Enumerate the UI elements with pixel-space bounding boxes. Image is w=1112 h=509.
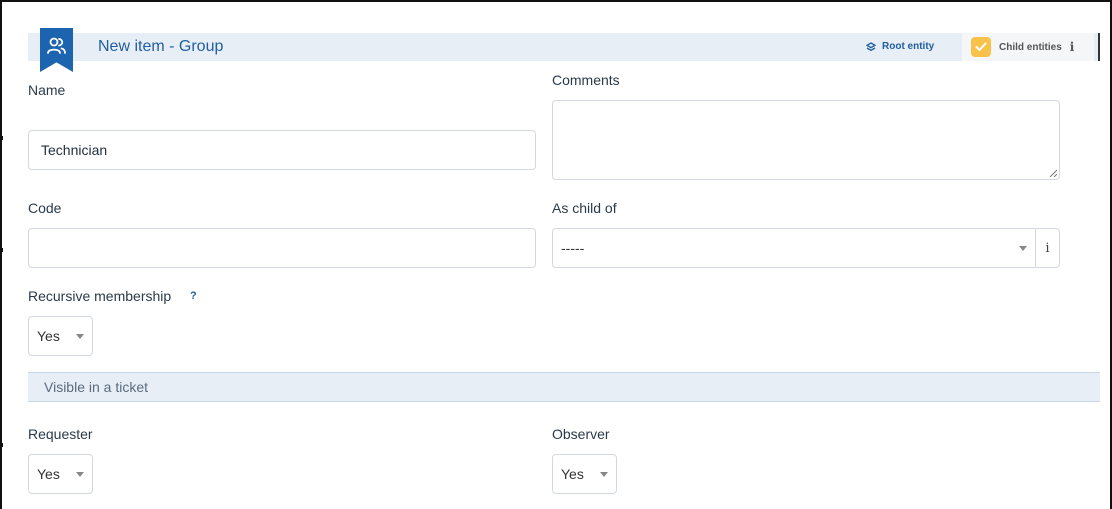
chevron-down-icon: [76, 334, 84, 339]
observer-label: Observer: [552, 426, 610, 442]
layers-icon: [866, 41, 876, 51]
comments-field[interactable]: [552, 100, 1060, 180]
section-title: Visible in a ticket: [44, 379, 149, 395]
page-title: New item - Group: [98, 38, 224, 55]
as-child-of-select[interactable]: ----- i: [552, 228, 1060, 268]
recursive-membership-label: Recursive membership: [28, 288, 172, 304]
resize-handle-icon[interactable]: [1049, 169, 1057, 177]
chevron-down-icon: [600, 472, 608, 477]
name-value: Technician: [41, 142, 108, 158]
root-entity-link[interactable]: Root entity: [866, 41, 934, 52]
observer-value: Yes: [561, 466, 584, 482]
info-icon[interactable]: i: [1070, 40, 1075, 54]
comments-label: Comments: [552, 72, 620, 88]
section-visible-in-ticket: Visible in a ticket: [28, 372, 1100, 402]
requester-label: Requester: [28, 426, 93, 442]
child-entities-toggle[interactable]: Child entities i: [962, 33, 1094, 61]
requester-value: Yes: [37, 466, 60, 482]
chevron-down-icon: [76, 472, 84, 477]
code-field[interactable]: [28, 228, 536, 268]
page-header: New item - Group: [28, 33, 1100, 61]
recursive-membership-value: Yes: [37, 328, 60, 344]
header-divider: [1098, 33, 1100, 61]
observer-select[interactable]: Yes: [552, 454, 617, 494]
root-entity-label: Root entity: [882, 41, 935, 52]
name-label: Name: [28, 82, 66, 98]
help-icon[interactable]: ?: [190, 290, 197, 302]
requester-select[interactable]: Yes: [28, 454, 93, 494]
info-icon[interactable]: i: [1035, 229, 1059, 267]
code-label: Code: [28, 200, 62, 216]
recursive-membership-select[interactable]: Yes: [28, 316, 93, 356]
left-edge-markers: [0, 0, 3, 509]
chevron-down-icon: [1019, 246, 1027, 251]
child-entities-label: Child entities: [999, 41, 1062, 53]
as-child-of-label: As child of: [552, 200, 617, 216]
name-field[interactable]: Technician: [28, 130, 536, 170]
users-icon: [47, 37, 66, 54]
checkbox-checked-icon[interactable]: [971, 37, 991, 57]
as-child-of-value: -----: [561, 240, 585, 256]
